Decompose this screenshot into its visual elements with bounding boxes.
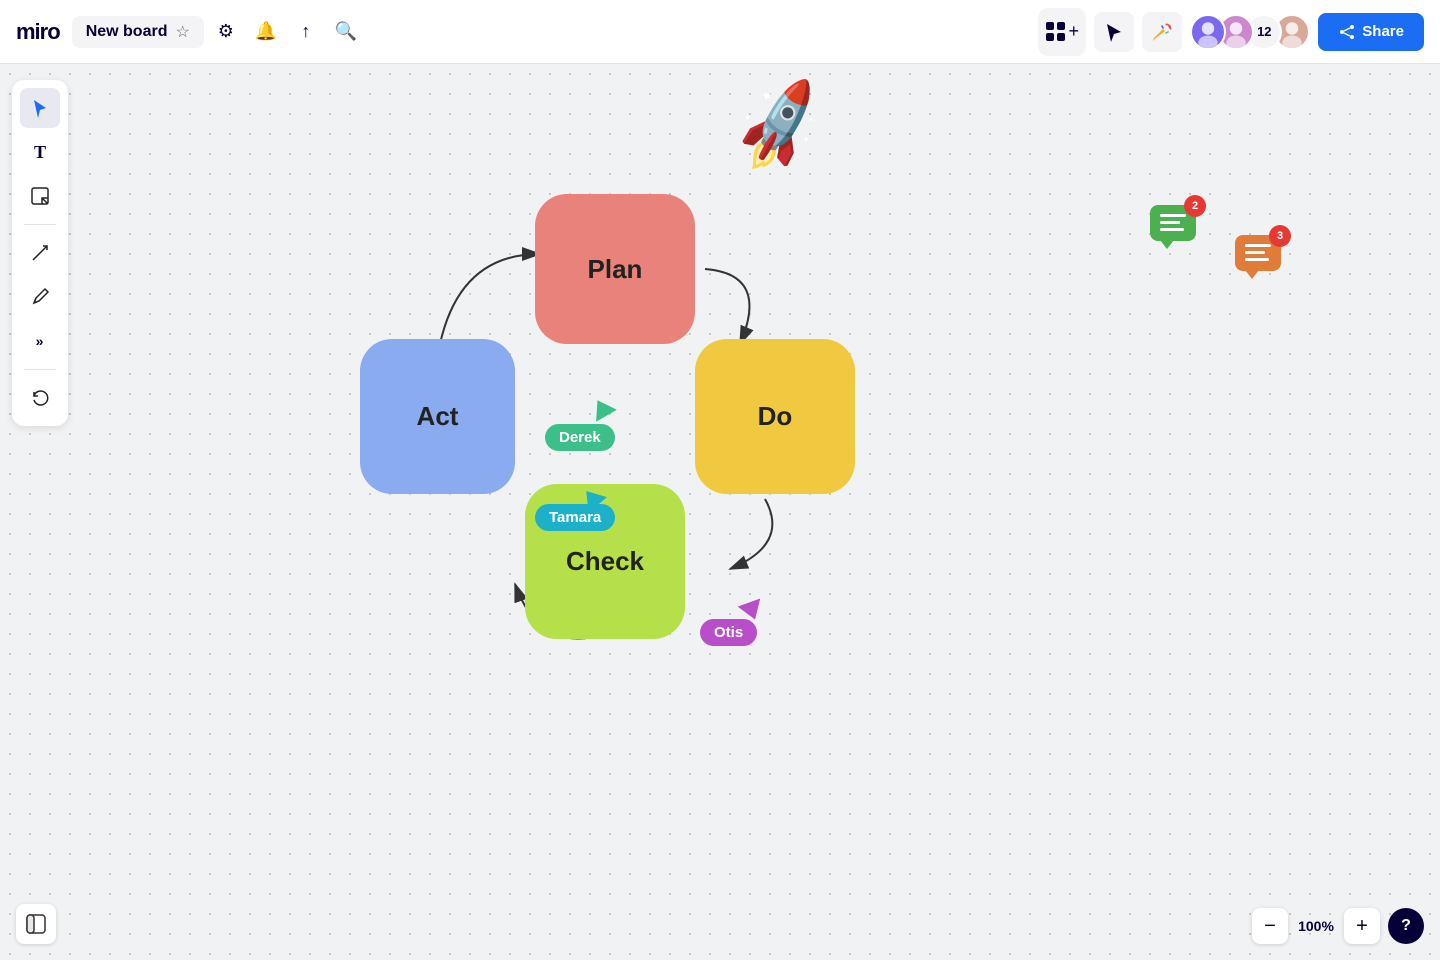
apps-button[interactable]: + [1038,8,1086,56]
more-tools[interactable]: » [20,321,60,361]
board-title-area: New board ☆ [72,16,204,48]
cursor-svg-icon [1103,21,1125,43]
left-toolbar: T » [12,80,68,426]
pen-tool[interactable] [20,277,60,317]
otis-name: Otis [714,624,743,641]
party-button[interactable] [1142,12,1182,52]
text-tool-label: T [34,142,46,163]
avatars-group[interactable]: 12 [1190,14,1310,50]
zoom-plus-icon: + [1356,915,1368,938]
star-icon[interactable]: ☆ [175,22,189,42]
settings-icon[interactable]: ⚙ [208,14,244,50]
more-tools-label: » [36,333,45,349]
undo-tool[interactable] [20,378,60,418]
act-node[interactable]: Act [360,339,515,494]
bottom-left-panel [16,904,56,944]
toolbar-divider-2 [24,369,56,370]
avatar-user1[interactable] [1190,14,1226,50]
comment-badge-2: 3 [1269,225,1291,247]
share-label: Share [1362,23,1404,40]
otis-cursor-label: Otis [700,619,757,646]
zoom-value[interactable]: 100% [1296,918,1336,934]
canvas[interactable]: 🚀 Plan Do Check Act [0,64,1440,960]
panel-toggle-button[interactable] [16,904,56,944]
notifications-icon[interactable]: 🔔 [248,14,284,50]
topbar-right: + 12 [1038,8,1424,56]
derek-cursor-triangle [587,394,617,422]
help-label: ? [1401,917,1411,935]
derek-cursor-label: Derek [545,424,615,451]
party-svg-icon [1151,21,1173,43]
comment-count-2: 3 [1277,230,1283,242]
panel-icon [25,913,47,935]
line-tool[interactable] [20,233,60,273]
help-button[interactable]: ? [1388,908,1424,944]
search-icon[interactable]: 🔍 [328,14,364,50]
zoom-out-button[interactable]: − [1252,908,1288,944]
tamara-cursor-label: Tamara [535,504,615,531]
do-label: Do [758,401,793,432]
rocket-emoji: 🚀 [726,74,835,179]
select-tool[interactable] [20,88,60,128]
derek-name: Derek [559,429,601,446]
board-title: New board [86,23,168,41]
plan-node[interactable]: Plan [535,194,695,344]
comment-bubble-2[interactable]: 3 [1235,234,1281,271]
zoom-in-button[interactable]: + [1344,908,1380,944]
top-bar: miro New board ☆ ⚙ 🔔 ↑ 🔍 + [0,0,1440,64]
sticky-note-icon [30,186,50,206]
comment-count-1: 2 [1192,200,1198,212]
zoom-minus-icon: − [1264,915,1276,938]
share-upload-icon[interactable]: ↑ [288,14,324,50]
tamara-name: Tamara [549,509,601,526]
plan-label: Plan [588,254,643,285]
share-button[interactable]: Share [1318,13,1424,51]
pen-tool-icon [30,287,50,307]
undo-icon [30,388,50,408]
miro-logo[interactable]: miro [16,19,60,45]
cursor-button[interactable] [1094,12,1134,52]
toolbar-divider [24,224,56,225]
comment-bubble-1[interactable]: 2 [1150,204,1196,241]
zoom-controls: − 100% + ? [1252,908,1424,944]
diagram: 🚀 Plan Do Check Act [340,114,880,734]
sticky-note-tool[interactable] [20,176,60,216]
act-label: Act [417,401,459,432]
comment-badge-1: 2 [1184,195,1206,217]
text-tool[interactable]: T [20,132,60,172]
do-node[interactable]: Do [695,339,855,494]
apps-grid-icon [1046,22,1065,41]
cursor-tool-icon [30,98,50,118]
line-tool-icon [30,243,50,263]
share-icon [1338,23,1356,41]
check-label: Check [566,546,644,577]
